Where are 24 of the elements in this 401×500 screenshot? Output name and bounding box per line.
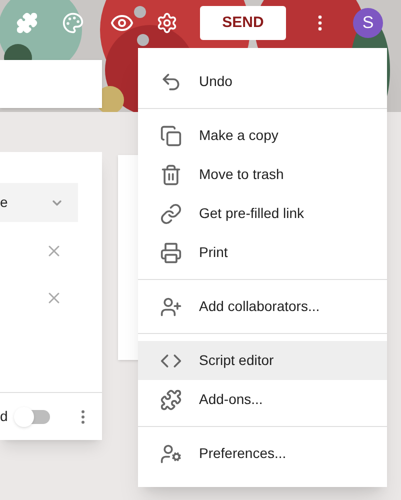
menu-item[interactable]: Undo [138, 62, 387, 101]
toggle-label: d [0, 407, 8, 426]
copy-icon [160, 124, 182, 146]
menu-item[interactable]: Script editor [138, 341, 387, 380]
send-button[interactable]: SEND [200, 6, 286, 40]
puzzle-icon [160, 388, 182, 410]
undo-icon [160, 70, 182, 92]
menu-item[interactable]: Get pre-filled link [138, 194, 387, 233]
puzzle-icon[interactable] [16, 12, 38, 34]
menu-item[interactable]: Print [138, 233, 387, 272]
toggle-switch[interactable] [14, 406, 50, 426]
menu-item[interactable]: Add-ons... [138, 380, 387, 419]
trash-icon [160, 164, 182, 186]
menu-item[interactable]: Make a copy [138, 116, 387, 155]
add-people-icon [160, 296, 182, 318]
settings-icon[interactable] [156, 12, 178, 34]
printer-icon [160, 242, 182, 264]
menu-item[interactable]: Add collaborators... [138, 287, 387, 326]
menu-item[interactable]: Move to trash [138, 155, 387, 194]
palette-icon[interactable] [62, 12, 84, 34]
dropdown[interactable]: e [0, 183, 78, 222]
menu-item[interactable]: Preferences... [138, 434, 387, 473]
person-gear-icon [160, 442, 182, 464]
link-icon [160, 202, 182, 224]
